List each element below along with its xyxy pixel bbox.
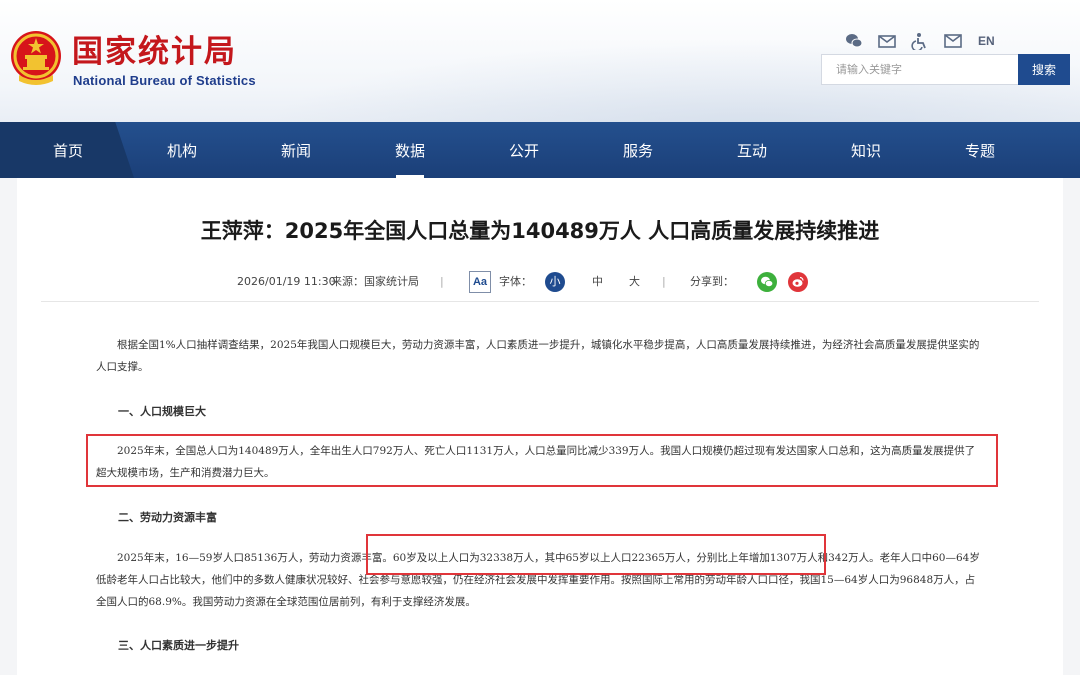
nav-label: 专题 <box>964 141 995 160</box>
meta-divider <box>41 301 1039 302</box>
nav-label: 知识 <box>850 141 881 160</box>
font-size-small[interactable]: 小 <box>545 272 565 292</box>
share-label: 分享到： <box>690 275 734 288</box>
nav-item-data[interactable]: 数据 <box>353 122 467 178</box>
nav-label: 机构 <box>166 141 197 160</box>
nav-label: 互动 <box>736 141 767 160</box>
search-input[interactable] <box>821 54 1018 85</box>
section-heading-2: 二、劳动力资源丰富 <box>118 511 217 524</box>
meta-separator: | <box>440 275 444 288</box>
article-title: 王萍萍：2025年全国人口总量为140489万人 人口高质量发展持续推进 <box>200 219 880 243</box>
paragraph-population: 2025年末，全国总人口为140489万人，全年出生人口792万人、死亡人口11… <box>96 445 976 479</box>
accessibility-icon[interactable] <box>910 31 930 51</box>
nav-item-services[interactable]: 服务 <box>581 122 695 178</box>
mail-icon[interactable] <box>877 31 897 51</box>
source-label: 来源：国家统计局 <box>331 275 419 288</box>
national-emblem-icon[interactable] <box>9 29 63 87</box>
meta-separator: | <box>662 275 666 288</box>
font-toggle-icon[interactable]: Aa <box>469 271 491 293</box>
share-wechat-icon[interactable] <box>757 272 777 292</box>
site-name-cn[interactable]: 国家统计局 <box>72 34 237 70</box>
site-name-en[interactable]: National Bureau of Statistics <box>73 73 256 88</box>
share-weibo-icon[interactable] <box>788 272 808 292</box>
main-nav: 首页 机构 新闻 数据 公开 服务 互动 知识 专题 <box>0 122 1080 178</box>
article-meta: 2026/01/19 11:30 来源：国家统计局 | Aa 字体： 小 中 大… <box>0 270 1080 294</box>
header-tools: EN <box>844 31 995 51</box>
nav-item-home[interactable]: 首页 <box>11 122 125 178</box>
nav-label: 服务 <box>622 141 653 160</box>
section-heading-1: 一、人口规模巨大 <box>118 405 206 418</box>
nav-item-interaction[interactable]: 互动 <box>695 122 809 178</box>
nav-label: 新闻 <box>280 141 311 160</box>
wechat-icon[interactable] <box>844 31 864 51</box>
language-en-link[interactable]: EN <box>978 34 995 48</box>
paragraph-labor: 2025年末，16—59岁人口85136万人，劳动力资源丰富。60岁及以上人口为… <box>96 552 980 608</box>
paragraph-intro: 根据全国1%人口抽样调查结果，2025年我国人口规模巨大，劳动力资源丰富，人口素… <box>96 339 980 373</box>
nav-label: 公开 <box>508 141 539 160</box>
font-size-label: 字体： <box>499 275 532 288</box>
nav-label: 数据 <box>394 141 425 160</box>
nav-label: 首页 <box>52 141 83 160</box>
search-button[interactable]: 搜索 <box>1018 54 1070 85</box>
font-size-medium[interactable]: 中 <box>592 270 603 294</box>
email-icon[interactable] <box>943 31 963 51</box>
publish-date: 2026/01/19 11:30 <box>237 275 336 288</box>
font-size-large[interactable]: 大 <box>629 270 640 294</box>
nav-item-organization[interactable]: 机构 <box>125 122 239 178</box>
nav-item-topics[interactable]: 专题 <box>923 122 1037 178</box>
nav-item-disclosure[interactable]: 公开 <box>467 122 581 178</box>
nav-item-news[interactable]: 新闻 <box>239 122 353 178</box>
nav-item-knowledge[interactable]: 知识 <box>809 122 923 178</box>
section-heading-3: 三、人口素质进一步提升 <box>118 639 239 652</box>
